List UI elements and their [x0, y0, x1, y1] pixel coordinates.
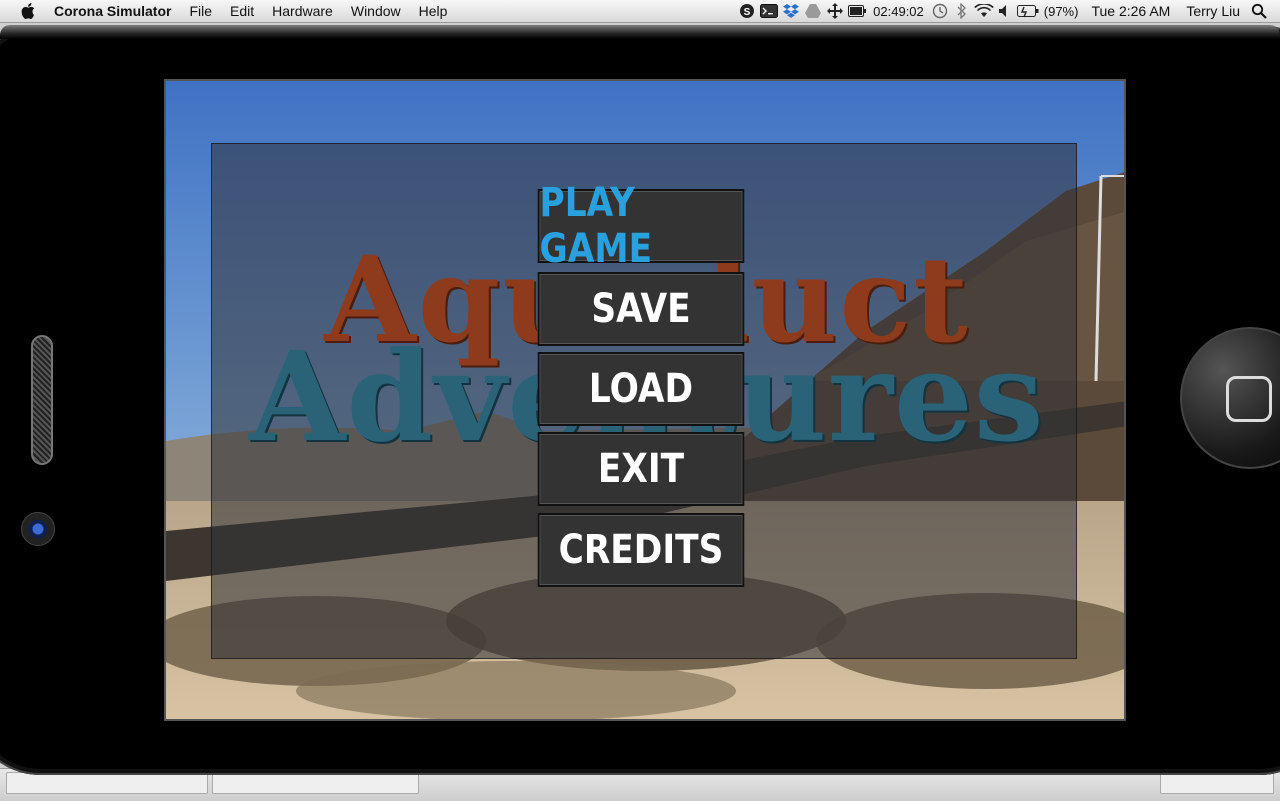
background-tab	[6, 772, 208, 794]
bluetooth-icon[interactable]	[951, 0, 973, 22]
menu-app-name[interactable]: Corona Simulator	[54, 3, 180, 19]
move-arrows-icon[interactable]	[824, 0, 846, 22]
menu-hardware[interactable]: Hardware	[263, 3, 342, 19]
terminal-icon[interactable]	[758, 0, 780, 22]
game-screen[interactable]: Aqueduct Adventures PLAY GAME SAVE LOAD …	[164, 79, 1126, 721]
menu-window[interactable]: Window	[342, 3, 410, 19]
wifi-icon[interactable]	[973, 0, 995, 22]
svg-text:S: S	[744, 7, 751, 18]
exit-button[interactable]: EXIT	[537, 432, 745, 506]
volume-icon[interactable]	[995, 0, 1017, 22]
spotlight-search-icon[interactable]	[1248, 0, 1270, 22]
load-button[interactable]: LOAD	[537, 352, 745, 426]
clock[interactable]: Tue 2:26 AM	[1083, 3, 1178, 19]
camera-icon	[21, 512, 55, 546]
skype-icon[interactable]: S	[736, 0, 758, 22]
home-button-square-icon	[1226, 376, 1272, 422]
save-button[interactable]: SAVE	[537, 272, 745, 346]
apple-icon[interactable]	[18, 3, 38, 19]
menu-edit[interactable]: Edit	[221, 3, 263, 19]
menu-file[interactable]: File	[180, 3, 221, 19]
dropbox-icon[interactable]	[780, 0, 802, 22]
background-tab	[1160, 772, 1274, 794]
background-tab	[212, 772, 419, 794]
menu-bar: Corona Simulator File Edit Hardware Wind…	[0, 0, 1280, 23]
play-game-button[interactable]: PLAY GAME	[537, 180, 745, 272]
drive-icon[interactable]	[802, 0, 824, 22]
status-area: S 02:49:02 (97%) Tue 2:26 AM Terry Liu	[736, 0, 1280, 22]
battery-icon[interactable]	[1016, 0, 1039, 22]
speaker-grille	[31, 335, 53, 465]
credits-button[interactable]: CREDITS	[537, 513, 745, 587]
menu-help[interactable]: Help	[410, 3, 457, 19]
timer-readout: 02:49:02	[873, 3, 924, 19]
battery-timer-icon	[846, 0, 868, 22]
battery-percent: (97%)	[1043, 3, 1079, 19]
device-bezel-top	[0, 25, 1280, 39]
user-name[interactable]: Terry Liu	[1178, 3, 1248, 19]
time-machine-icon[interactable]	[929, 0, 951, 22]
